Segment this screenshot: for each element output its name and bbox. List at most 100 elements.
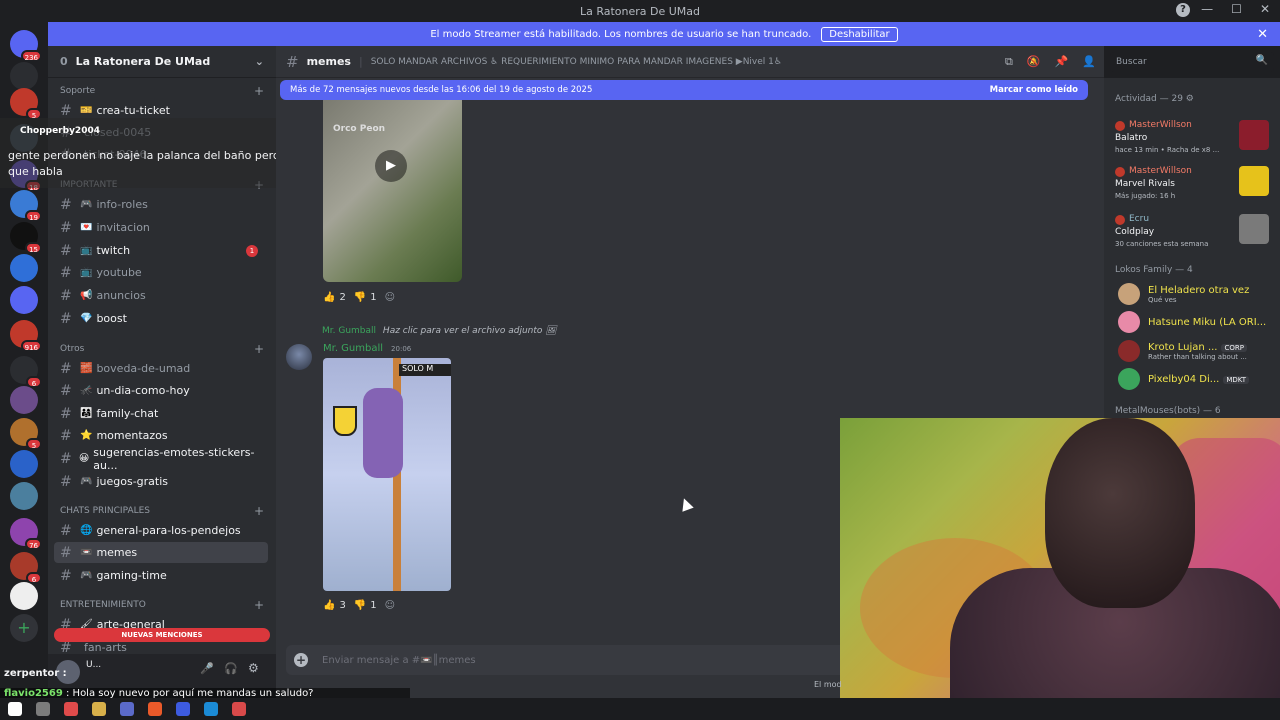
reaction-thumbs-down[interactable]: 👎 1 xyxy=(354,600,377,611)
pin-icon[interactable]: 📌 xyxy=(1055,55,1069,69)
add-channel-icon[interactable]: + xyxy=(254,342,264,356)
server-icon[interactable] xyxy=(10,450,38,478)
obs-app-icon[interactable] xyxy=(64,702,78,716)
server-icon[interactable]: 5 xyxy=(10,418,42,450)
mark-as-read-button[interactable]: Marcar como leído xyxy=(990,85,1078,95)
channel-twitch[interactable]: # 📺 twitch 1 xyxy=(54,240,268,261)
server-icon[interactable]: 19 xyxy=(10,190,42,222)
reply-user: Mr. Gumball xyxy=(322,326,377,336)
app-icon[interactable] xyxy=(232,702,246,716)
hash-icon: # xyxy=(60,473,72,490)
person-head xyxy=(1045,418,1195,608)
add-channel-icon[interactable]: + xyxy=(254,504,264,518)
server-icon[interactable] xyxy=(10,582,38,610)
search-input[interactable]: Buscar 🔍 xyxy=(1110,52,1274,72)
member-item[interactable]: El Heladero otra vez Qué ves xyxy=(1118,281,1276,307)
add-channel-icon[interactable]: + xyxy=(254,84,264,98)
explorer-app-icon[interactable] xyxy=(92,702,106,716)
video-attachment[interactable]: Orco Peon ▶ xyxy=(323,100,462,282)
new-messages-bar[interactable]: Más de 72 mensajes nuevos desde las 16:0… xyxy=(280,80,1088,100)
category-header[interactable]: Otros + xyxy=(60,342,264,356)
close-banner-icon[interactable]: ✕ xyxy=(1257,27,1268,42)
close-window-button[interactable]: ✕ xyxy=(1260,2,1270,16)
chevron-down-icon[interactable]: ⌄ xyxy=(255,55,264,68)
channel-momentazos[interactable]: # ⭐ momentazos xyxy=(54,425,268,446)
reaction-thumbs-down[interactable]: 👎 1 xyxy=(354,292,377,303)
server-icon[interactable] xyxy=(10,254,38,282)
server-icon[interactable]: 76 xyxy=(10,518,42,550)
server-icon[interactable] xyxy=(10,62,38,90)
image-attachment[interactable]: SOLO M xyxy=(323,358,451,591)
maximize-button[interactable]: ☐ xyxy=(1231,2,1242,16)
member-item[interactable]: Hatsune Miku (LA ORI... xyxy=(1118,309,1276,335)
server-icon[interactable]: 236 xyxy=(10,30,42,62)
channel-youtube[interactable]: # 📺 youtube xyxy=(54,262,268,283)
add-attachment-icon[interactable]: + xyxy=(294,653,308,667)
new-mentions-pill[interactable]: NUEVAS MENCIONES xyxy=(54,628,270,642)
server-icon[interactable]: 916 xyxy=(10,320,42,352)
photoshop-app-icon[interactable] xyxy=(204,702,218,716)
channel-label: fan-arts xyxy=(84,641,127,654)
channel-emoji: 💌 xyxy=(80,222,93,233)
app-icon[interactable] xyxy=(120,702,134,716)
channel-topic[interactable]: SOLO MANDAR ARCHIVOS ♿ REQUERIMIENTO MIN… xyxy=(371,57,782,67)
server-icon[interactable]: 6 xyxy=(10,356,42,388)
server-icon[interactable] xyxy=(10,386,38,414)
disable-streamer-button[interactable]: Deshabilitar xyxy=(821,26,898,42)
channel-un-dia-como-hoy[interactable]: # 🦟 un-dia-como-hoy xyxy=(54,380,268,401)
add-channel-icon[interactable]: + xyxy=(254,598,264,612)
channel-emoji: 😀 xyxy=(78,453,90,464)
mute-icon[interactable]: 🔕 xyxy=(1027,55,1041,69)
reaction-thumbs-up[interactable]: 👍 3 xyxy=(323,600,346,611)
member-item[interactable]: Kroto Lujan ... CORP Rather than talking a… xyxy=(1118,338,1276,364)
play-icon[interactable]: ▶ xyxy=(375,150,407,182)
hash-icon: # xyxy=(60,544,72,561)
brave-app-icon[interactable] xyxy=(148,702,162,716)
add-reaction-icon[interactable]: ☺ xyxy=(385,600,395,611)
members-icon[interactable]: 👤 xyxy=(1082,55,1096,69)
activity-item[interactable]: Ecru Coldplay 30 canciones esta semana xyxy=(1115,214,1275,248)
channel-anuncios[interactable]: # 📢 anuncios xyxy=(54,285,268,306)
server-header[interactable]: 0 La Ratonera De UMad ⌄ xyxy=(48,46,276,78)
channel-boveda-de-umad[interactable]: # 🧱 boveda-de-umad xyxy=(54,358,268,379)
help-icon[interactable]: ? xyxy=(1176,3,1190,17)
mouse-cursor xyxy=(678,496,694,512)
channel-invitacion[interactable]: # 💌 invitacion xyxy=(54,217,268,238)
message-author[interactable]: Mr. Gumball 20:06 xyxy=(323,343,411,354)
add-reaction-icon[interactable]: ☺ xyxy=(385,292,395,303)
hash-icon: # xyxy=(60,196,72,213)
server-icon[interactable] xyxy=(10,482,38,510)
server-icon[interactable]: 5 xyxy=(10,88,42,120)
member-item[interactable]: Pixelby04 Di... MDKT xyxy=(1118,366,1276,392)
server-icon[interactable]: 15 xyxy=(10,222,42,254)
avatar[interactable] xyxy=(286,344,312,370)
channel-general-para-los-pendejos[interactable]: # 🌐 general-para-los-pendejos xyxy=(54,520,268,541)
category-header[interactable]: ENTRETENIMIENTO + xyxy=(60,598,264,612)
windows-start-icon[interactable] xyxy=(8,702,22,716)
activity-item[interactable]: MasterWillson Marvel Rivals Más jugado: … xyxy=(1115,166,1275,200)
streamer-text: El modo Streamer está habilitado. Los no… xyxy=(430,28,812,40)
settings-app-icon[interactable] xyxy=(36,702,50,716)
channel-juegos-gratis[interactable]: # 🎮 juegos-gratis xyxy=(54,471,268,492)
stream-chat-line: zerpentor : xyxy=(4,668,67,679)
add-server-icon[interactable]: + xyxy=(10,614,38,642)
reply-preview[interactable]: Mr. Gumball Haz clic para ver el archivo… xyxy=(322,326,557,336)
channel-emoji: 👨‍👩‍👧 xyxy=(80,408,93,419)
channel-gaming-time[interactable]: # 🎮 gaming-time xyxy=(54,565,268,586)
server-icon[interactable] xyxy=(10,286,38,314)
mention-badge: 916 xyxy=(20,340,42,352)
channel-sugerencias-emotes-stickers-au[interactable]: # 😀 sugerencias-emotes-stickers-au... xyxy=(54,446,268,472)
channel-memes[interactable]: # 📼 memes xyxy=(54,542,268,563)
channel-info-roles[interactable]: # 🎮 info-roles xyxy=(54,194,268,215)
threads-icon[interactable]: ⧉ xyxy=(1005,55,1013,69)
reaction-thumbs-up[interactable]: 👍 2 xyxy=(323,292,346,303)
category-header[interactable]: CHATS PRINCIPALES + xyxy=(60,504,264,518)
channel-label: info-roles xyxy=(96,198,148,211)
channel-family-chat[interactable]: # 👨‍👩‍👧 family-chat xyxy=(54,403,268,424)
category-header[interactable]: Soporte + xyxy=(60,84,264,98)
activity-item[interactable]: MasterWillson Balatro hace 13 min • Rach… xyxy=(1115,120,1275,154)
minimize-button[interactable]: — xyxy=(1201,2,1213,16)
channel-boost[interactable]: # 💎 boost xyxy=(54,308,268,329)
app-icon[interactable] xyxy=(176,702,190,716)
server-icon[interactable]: 6 xyxy=(10,552,42,584)
